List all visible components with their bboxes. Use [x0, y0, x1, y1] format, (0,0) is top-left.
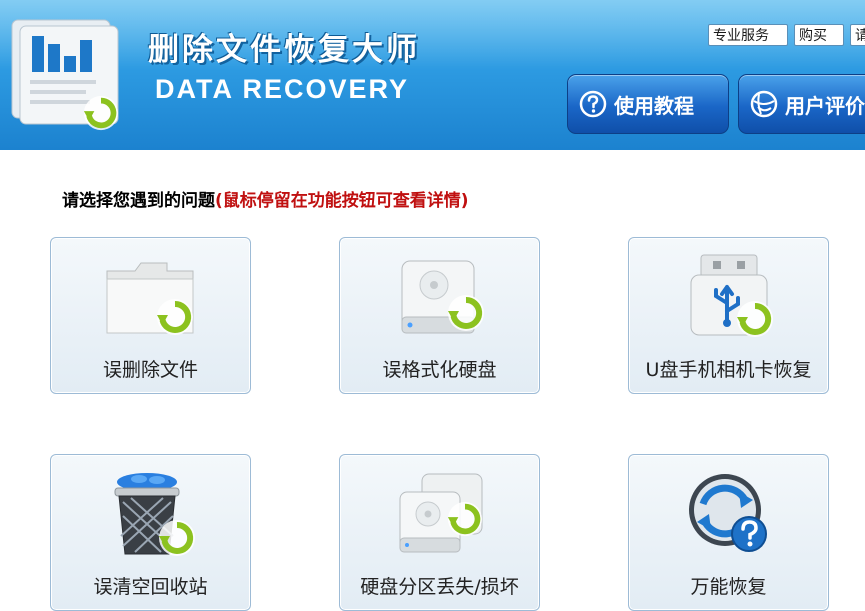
extra-link[interactable]: 请: [850, 24, 865, 46]
tutorial-button[interactable]: 使用教程: [567, 74, 729, 134]
prompt-hint: (鼠标停留在功能按钮可查看详情): [215, 191, 469, 211]
hard-drive-icon: [401, 260, 490, 334]
user-review-button[interactable]: 用户评价: [738, 74, 865, 134]
card-label: 误清空回收站: [93, 576, 208, 598]
recover-usb-card-button[interactable]: U盘手机相机卡恢复: [628, 237, 829, 394]
hard-drives-icon: [399, 473, 490, 553]
app-logo-icon: [11, 19, 126, 133]
problem-prompt: 请选择您遇到的问题(鼠标停留在功能按钮可查看详情): [62, 186, 469, 211]
tutorial-label: 使用教程: [614, 93, 694, 118]
globe-icon: [750, 90, 778, 118]
card-label: 误格式化硬盘: [382, 359, 497, 381]
recover-deleted-files-button[interactable]: 误删除文件: [50, 237, 251, 394]
prompt-text: 请选择您遇到的问题: [62, 191, 215, 211]
usb-drive-icon: [690, 254, 779, 341]
card-label: U盘手机相机卡恢复: [645, 359, 812, 381]
card-label: 误删除文件: [102, 359, 198, 381]
app-subtitle: DATA RECOVERY: [155, 74, 410, 104]
app-header: 删除文件恢复大师 DATA RECOVERY 专业服务 购买 请 使用教程 用户…: [0, 0, 865, 150]
buy-link[interactable]: 购买: [794, 24, 844, 46]
recover-partition-button[interactable]: 硬盘分区丢失/损坏: [339, 454, 540, 611]
card-label: 万能恢复: [690, 576, 767, 598]
folder-icon: [106, 262, 201, 341]
app-title: 删除文件恢复大师: [148, 32, 420, 68]
universal-recovery-icon: [689, 474, 767, 552]
card-label: 硬盘分区丢失/损坏: [360, 576, 519, 598]
user-review-label: 用户评价: [785, 93, 865, 118]
recycle-bin-icon: [114, 473, 201, 558]
professional-service-link[interactable]: 专业服务: [708, 24, 788, 46]
recover-formatted-disk-button[interactable]: 误格式化硬盘: [339, 237, 540, 394]
universal-recovery-button[interactable]: 万能恢复: [628, 454, 829, 611]
question-icon: [579, 90, 607, 118]
recover-recycle-bin-button[interactable]: 误清空回收站: [50, 454, 251, 611]
